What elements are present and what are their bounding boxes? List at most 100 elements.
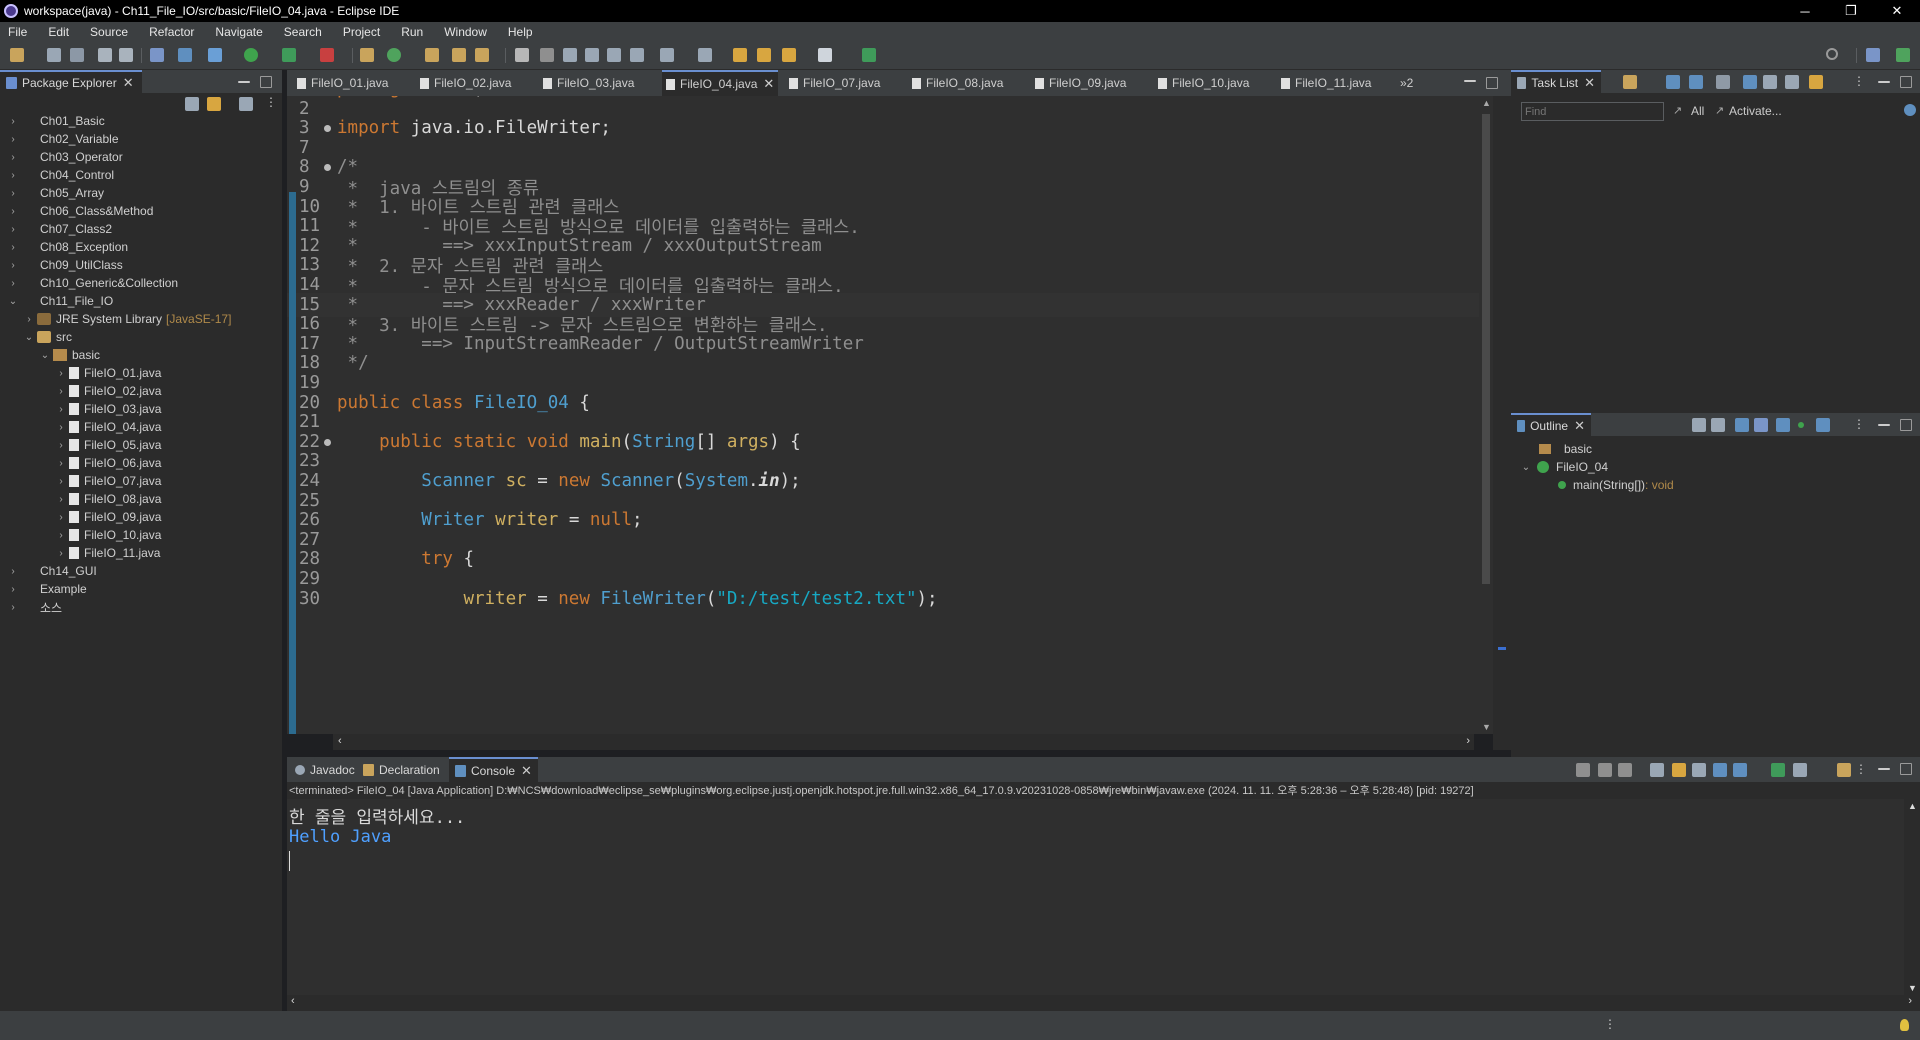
chevron-right-icon[interactable]: › (8, 116, 18, 127)
tree-item[interactable]: ⌄ Ch11_File_IO (8, 292, 113, 310)
editor-tab[interactable]: FileIO_09.java (1031, 70, 1147, 96)
mark-occurrences-icon[interactable] (515, 48, 529, 62)
search-icon[interactable] (1826, 48, 1838, 60)
console-vertical-scrollbar[interactable]: ▲ ▼ (1904, 799, 1920, 995)
back-icon[interactable] (757, 48, 771, 62)
activate-link[interactable]: Activate... (1729, 104, 1782, 118)
save-icon[interactable] (47, 48, 61, 62)
overview-marker[interactable] (1498, 647, 1506, 650)
code-editor[interactable]: 1package basic;23import java.io.FileWrit… (287, 96, 1493, 734)
next-annotation-icon[interactable] (660, 48, 674, 62)
clear-console-icon[interactable] (1650, 763, 1664, 777)
chevron-right-icon[interactable]: › (8, 206, 18, 217)
tab-package-explorer[interactable]: Package Explorer ✕ (0, 70, 142, 94)
chevron-right-icon[interactable]: › (8, 134, 18, 145)
hide-nonpublic-icon[interactable] (1776, 418, 1790, 432)
tree-item[interactable]: › FileIO_05.java (56, 436, 161, 454)
outline-item-method[interactable]: main(String[]) : void (1558, 476, 1674, 494)
new-task-icon[interactable] (1623, 75, 1637, 89)
open-type-icon[interactable] (425, 48, 439, 62)
editor-horizontal-scrollbar[interactable]: ‹ › (333, 734, 1474, 750)
coverage-icon[interactable] (282, 48, 296, 62)
expand-tasks-icon[interactable] (1763, 75, 1777, 89)
remove-all-icon[interactable] (1618, 763, 1632, 777)
restore-button[interactable]: ❐ (1828, 0, 1874, 22)
view-menu-icon[interactable]: ⋮ (1853, 417, 1865, 431)
outline-item-package[interactable]: basic (1539, 440, 1592, 458)
tab-javadoc[interactable]: Javadoc (289, 757, 361, 783)
tree-item[interactable]: › FileIO_01.java (56, 364, 161, 382)
tree-item[interactable]: › FileIO_03.java (56, 400, 161, 418)
chevron-right-icon[interactable]: › (8, 278, 18, 289)
filter-icon[interactable] (239, 97, 253, 111)
tree-item[interactable]: › Ch06_Class&Method (8, 202, 153, 220)
chevron-right-icon[interactable]: › (8, 566, 18, 577)
remove-launch-icon[interactable] (1598, 763, 1612, 777)
chevron-right-icon[interactable]: › (56, 476, 66, 487)
redo-icon[interactable] (119, 48, 133, 62)
menu-navigate[interactable]: Navigate (215, 25, 262, 39)
tree-item[interactable]: › FileIO_09.java (56, 508, 161, 526)
editor-tab[interactable]: FileIO_03.java (539, 70, 655, 96)
focus-icon[interactable] (1743, 75, 1757, 89)
run-icon[interactable] (244, 48, 258, 62)
tab-outline[interactable]: Outline ✕ (1511, 413, 1591, 437)
hide-fields-icon[interactable] (1735, 418, 1749, 432)
tree-item[interactable]: ⌄ src (24, 328, 72, 346)
editor-tab[interactable]: FileIO_11.java (1277, 70, 1393, 96)
minimize-view-icon[interactable] (1878, 424, 1890, 426)
tab-overflow[interactable]: »2 (1400, 70, 1413, 96)
navigate-forward-icon[interactable] (818, 48, 832, 62)
word-wrap-console-icon[interactable] (1692, 763, 1706, 777)
sync-icon[interactable] (1785, 75, 1799, 89)
terminal-icon[interactable] (150, 48, 164, 62)
last-edit-icon[interactable] (733, 48, 747, 62)
tree-item[interactable]: › FileIO_02.java (56, 382, 161, 400)
chevron-right-icon[interactable]: › (56, 368, 66, 379)
status-menu-icon[interactable]: ⋮ (1604, 1017, 1616, 1031)
prev-annotation-icon[interactable] (698, 48, 712, 62)
categorized-icon[interactable] (1666, 75, 1680, 89)
editor-tab[interactable]: FileIO_07.java (785, 70, 901, 96)
chevron-right-icon[interactable]: › (56, 458, 66, 469)
menu-source[interactable]: Source (90, 25, 128, 39)
tree-item[interactable]: › Ch09_UtilClass (8, 256, 122, 274)
chevron-right-icon[interactable]: › (56, 512, 66, 523)
chevron-down-icon[interactable]: ⌄ (24, 332, 34, 343)
close-icon[interactable]: ✕ (521, 763, 532, 779)
show-on-error-icon[interactable] (1733, 763, 1747, 777)
tree-item[interactable]: › FileIO_06.java (56, 454, 161, 472)
close-icon[interactable]: ✕ (763, 76, 774, 92)
search-tool-icon[interactable] (475, 48, 489, 62)
editor-tab[interactable]: FileIO_01.java (293, 70, 409, 96)
chevron-right-icon[interactable]: › (56, 422, 66, 433)
lightbulb-icon[interactable] (1900, 1019, 1909, 1031)
menu-file[interactable]: File (8, 25, 27, 39)
tree-item[interactable]: › FileIO_04.java (56, 418, 161, 436)
code-line[interactable]: 30 writer = new FileWriter("D:/test/test… (287, 587, 1493, 611)
close-icon[interactable]: ✕ (1584, 75, 1595, 91)
forward-icon[interactable] (782, 48, 796, 62)
editor-tab[interactable]: FileIO_10.java (1154, 70, 1270, 96)
view-menu-icon[interactable]: ⋮ (1853, 74, 1865, 88)
open-perspective-icon[interactable] (1866, 48, 1880, 62)
tree-item[interactable]: › FileIO_10.java (56, 526, 161, 544)
tab-task-list[interactable]: Task List ✕ (1511, 70, 1601, 94)
block-select-icon[interactable] (585, 48, 599, 62)
menu-help[interactable]: Help (508, 25, 533, 39)
editor-vertical-scrollbar[interactable]: ▲ ▼ (1479, 96, 1493, 734)
sort-icon[interactable] (1711, 418, 1725, 432)
tree-item[interactable]: › 소스 (8, 598, 62, 616)
all-link[interactable]: All (1691, 104, 1704, 118)
skip-breakpoints-icon[interactable] (178, 48, 192, 62)
scheduled-icon[interactable] (1689, 75, 1703, 89)
menu-search[interactable]: Search (284, 25, 322, 39)
minimize-editor-icon[interactable] (1464, 80, 1476, 82)
tree-item[interactable]: › Ch08_Exception (8, 238, 128, 256)
maximize-view-icon[interactable] (1900, 76, 1912, 88)
collapse-all-icon[interactable] (185, 97, 199, 111)
view-menu-icon[interactable]: ⋮ (265, 95, 277, 109)
tree-item[interactable]: › Example (8, 580, 86, 598)
chevron-right-icon[interactable]: › (56, 494, 66, 505)
maximize-editor-icon[interactable] (1486, 77, 1498, 89)
